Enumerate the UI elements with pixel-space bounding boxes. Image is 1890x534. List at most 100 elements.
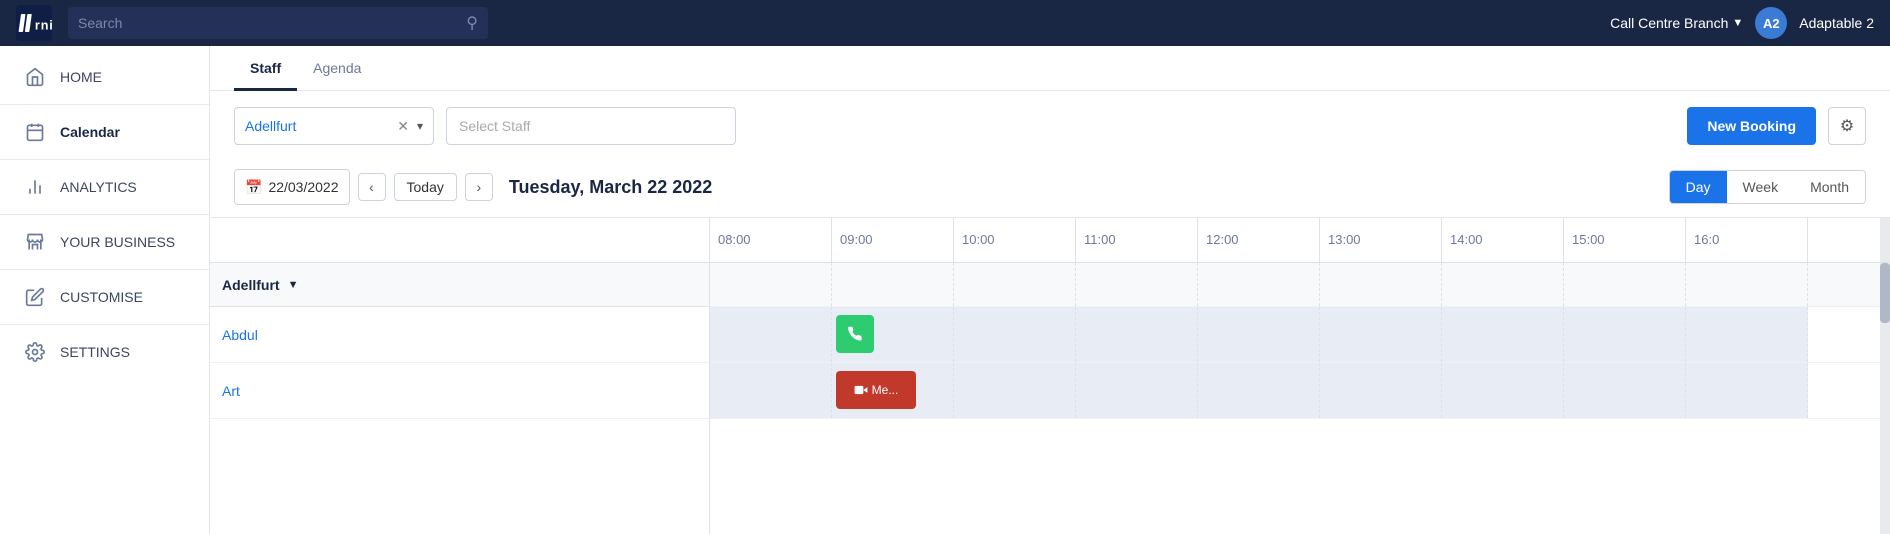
- calendar-icon: [24, 121, 46, 143]
- view-month-button[interactable]: Month: [1794, 171, 1865, 203]
- sidebar-divider-2: [0, 159, 209, 160]
- clear-location-button[interactable]: ✕: [397, 119, 409, 133]
- cell-art-0800: [710, 363, 832, 418]
- time-label-1000: 10:00: [954, 218, 1076, 262]
- main-content: Staff Agenda Adellfurt ✕ ▾ Select Staff …: [210, 46, 1890, 534]
- cell-art-1500: [1564, 363, 1686, 418]
- avatar: A2: [1755, 7, 1787, 39]
- sidebar-item-calendar[interactable]: Calendar: [0, 109, 209, 155]
- time-label-1300: 13:00: [1320, 218, 1442, 262]
- group-header-cell-7: [1442, 263, 1564, 306]
- sidebar-item-label: HOME: [60, 69, 102, 85]
- sidebar-item-label: CUSTOMISE: [60, 289, 143, 305]
- group-collapse-icon[interactable]: ▼: [288, 279, 299, 291]
- phone-event-abdul[interactable]: [836, 315, 874, 353]
- staff-name-art[interactable]: Art: [222, 383, 240, 399]
- store-icon: [24, 231, 46, 253]
- view-toggle: Day Week Month: [1669, 170, 1866, 204]
- group-header-cell-6: [1320, 263, 1442, 306]
- cell-art-0900: Me...: [832, 363, 954, 418]
- sidebar-item-your-business[interactable]: YOUR BUSINESS: [0, 219, 209, 265]
- gear-settings-icon: ⚙: [1840, 116, 1854, 136]
- gear-icon: [24, 341, 46, 363]
- settings-button[interactable]: ⚙: [1828, 107, 1866, 145]
- sidebar: HOME Calendar ANALYTICS YOUR BUSINESS: [0, 46, 210, 534]
- calendar-small-icon: 📅: [245, 179, 262, 196]
- staff-group-header: Adellfurt ▼: [210, 263, 709, 307]
- video-event-label: Me...: [872, 383, 899, 397]
- time-label-1600: 16:0: [1686, 218, 1808, 262]
- tabs-bar: Staff Agenda: [210, 46, 1890, 91]
- calendar-area: 08:00 09:00 10:00 11:00 12:00: [210, 217, 1890, 534]
- home-icon: [24, 66, 46, 88]
- cell-abdul-0900: [832, 307, 954, 362]
- cell-abdul-0800: [710, 307, 832, 362]
- sidebar-item-label: ANALYTICS: [60, 179, 137, 195]
- topnav-right: Call Centre Branch ▼ A2 Adaptable 2: [1610, 7, 1874, 39]
- cell-abdul-1500: [1564, 307, 1686, 362]
- staff-row-abdul: Abdul: [210, 307, 709, 363]
- sidebar-item-settings[interactable]: SETTINGS: [0, 329, 209, 375]
- date-picker-button[interactable]: 📅 22/03/2022: [234, 169, 350, 205]
- select-staff-dropdown[interactable]: Select Staff: [446, 107, 736, 145]
- select-staff-placeholder: Select Staff: [459, 118, 530, 134]
- sidebar-item-analytics[interactable]: ANALYTICS: [0, 164, 209, 210]
- sidebar-divider-4: [0, 269, 209, 270]
- search-bar[interactable]: ⚲: [68, 7, 488, 39]
- calendar-body: Adellfurt ▼ Abdul Art: [210, 263, 1890, 534]
- toolbar: Adellfurt ✕ ▾ Select Staff New Booking ⚙: [210, 91, 1890, 161]
- staff-row-art: Art: [210, 363, 709, 419]
- branch-dropdown[interactable]: Call Centre Branch ▼: [1610, 15, 1743, 31]
- scrollbar-thumb[interactable]: [1880, 263, 1890, 323]
- view-day-button[interactable]: Day: [1670, 171, 1727, 203]
- sidebar-item-label: YOUR BUSINESS: [60, 234, 175, 250]
- scrollbar-track[interactable]: [1880, 218, 1890, 262]
- time-label-1200: 12:00: [1198, 218, 1320, 262]
- user-name: Adaptable 2: [1799, 15, 1874, 31]
- branch-label: Call Centre Branch: [1610, 15, 1728, 31]
- staff-name-abdul[interactable]: Abdul: [222, 327, 258, 343]
- video-event-art[interactable]: Me...: [836, 371, 916, 409]
- group-header-cell-5: [1198, 263, 1320, 306]
- sidebar-item-label: SETTINGS: [60, 344, 130, 360]
- cell-abdul-1000: [954, 307, 1076, 362]
- group-header-cell-3: [954, 263, 1076, 306]
- cell-art-1100: [1076, 363, 1198, 418]
- sidebar-item-customise[interactable]: CUSTOMISE: [0, 274, 209, 320]
- time-label-1400: 14:00: [1442, 218, 1564, 262]
- timeline-row-abdul: [710, 307, 1880, 363]
- date-nav: 📅 22/03/2022 ‹ Today › Tuesday, March 22…: [210, 161, 1890, 217]
- group-label: Adellfurt: [222, 277, 280, 293]
- new-booking-button[interactable]: New Booking: [1687, 107, 1816, 145]
- search-icon: ⚲: [466, 13, 478, 33]
- today-button[interactable]: Today: [394, 173, 457, 201]
- location-dropdown[interactable]: Adellfurt ✕ ▾: [234, 107, 434, 145]
- sidebar-divider-3: [0, 214, 209, 215]
- timeline-group-header-row: [710, 263, 1880, 307]
- date-value: 22/03/2022: [268, 179, 338, 195]
- prev-date-button[interactable]: ‹: [358, 173, 386, 201]
- view-week-button[interactable]: Week: [1727, 171, 1795, 203]
- cell-art-1600: [1686, 363, 1808, 418]
- cell-art-1300: [1320, 363, 1442, 418]
- tab-staff[interactable]: Staff: [234, 46, 297, 91]
- group-header-cell: [710, 263, 832, 306]
- sidebar-item-home[interactable]: HOME: [0, 54, 209, 100]
- location-value: Adellfurt: [245, 118, 389, 134]
- staff-column: Adellfurt ▼ Abdul Art: [210, 263, 710, 534]
- sidebar-divider: [0, 104, 209, 105]
- search-input[interactable]: [78, 15, 458, 31]
- time-label-1500: 15:00: [1564, 218, 1686, 262]
- current-date-label: Tuesday, March 22 2022: [509, 177, 1661, 198]
- cell-abdul-1600: [1686, 307, 1808, 362]
- staff-col-header: [210, 218, 710, 262]
- cell-art-1200: [1198, 363, 1320, 418]
- tab-agenda[interactable]: Agenda: [297, 46, 377, 91]
- next-date-button[interactable]: ›: [465, 173, 493, 201]
- dropdown-caret-icon: ▾: [417, 119, 423, 133]
- vertical-scrollbar[interactable]: [1880, 263, 1890, 534]
- timeline-area: Me...: [710, 263, 1880, 534]
- svg-text:rni: rni: [35, 18, 52, 32]
- logo: rni: [16, 5, 52, 41]
- group-header-cell-8: [1564, 263, 1686, 306]
